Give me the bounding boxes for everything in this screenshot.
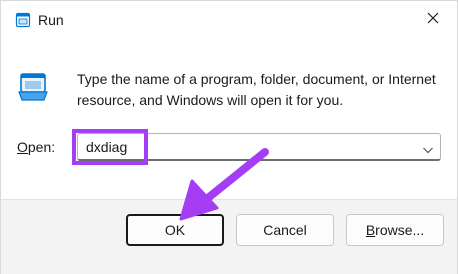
chevron-down-icon[interactable] [422,142,434,154]
dialog-description: Type the name of a program, folder, docu… [77,71,436,108]
cancel-button[interactable]: Cancel [236,214,334,246]
run-icon [15,12,31,28]
browse-mnemonic: B [365,222,376,238]
browse-button[interactable]: Browse... [346,214,444,246]
window-title: Run [38,12,64,28]
open-label: Open: [17,137,55,157]
browse-label: rowse... [375,222,425,238]
ok-button[interactable]: OK [126,214,224,246]
run-icon [17,71,49,103]
input-highlight-box [72,129,148,165]
open-label-text: pen: [27,139,56,155]
title-bar[interactable]: Run [1,1,457,39]
close-button[interactable] [419,7,447,33]
close-icon [426,11,440,30]
open-label-mnemonic: O [17,139,28,155]
